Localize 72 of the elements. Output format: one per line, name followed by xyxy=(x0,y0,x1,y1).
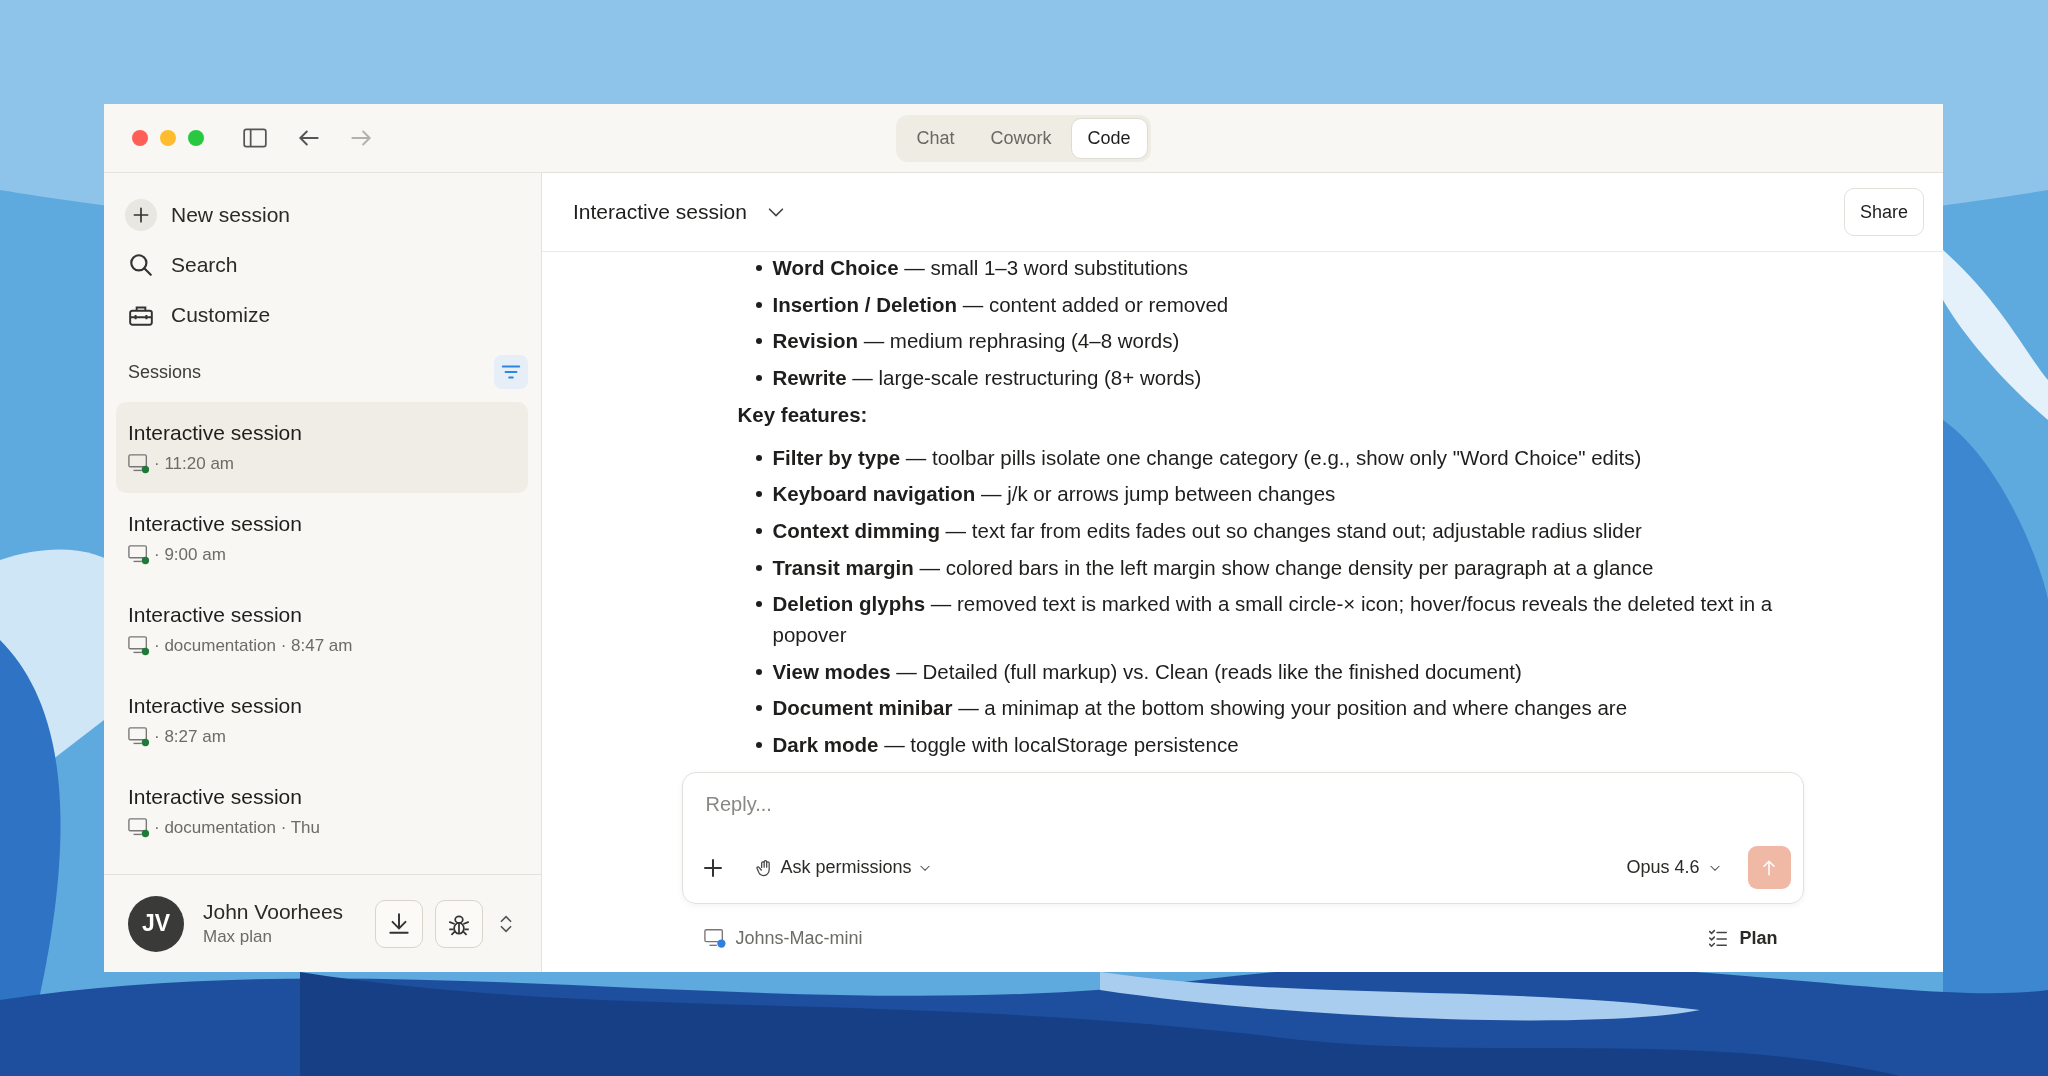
session-item[interactable]: Interactive session · 8:27 am xyxy=(116,675,528,766)
session-title: Interactive session xyxy=(128,693,303,718)
monitor-icon xyxy=(128,816,150,839)
zoom-button[interactable] xyxy=(188,130,204,146)
monitor-icon xyxy=(128,725,150,748)
list-item-text: View modes — Detailed (full markup) vs. Clean (reads like the finished document) xyxy=(772,658,1522,685)
user-plan: Max plan xyxy=(203,927,273,947)
list-item-text: Word Choice — small 1–3 word substitutions xyxy=(772,255,1188,281)
plus-icon xyxy=(131,205,151,225)
close-button[interactable] xyxy=(132,130,148,146)
bullet-point xyxy=(755,668,762,675)
plan-button[interactable]: Plan xyxy=(1707,927,1778,949)
download-button[interactable] xyxy=(375,899,423,948)
mode-tab[interactable]: Cowork xyxy=(973,117,1069,159)
list-item-text: Context dimming — text far from edits fades out so changes stand out; adjustable radius slider xyxy=(772,517,1642,544)
session-meta: · documentation · 8:47 am xyxy=(154,635,353,656)
bullet-point xyxy=(755,527,762,534)
session-title: Interactive session xyxy=(128,602,303,627)
list-item-text: Keyboard navigation — j/k or arrows jump between changes xyxy=(772,481,1336,508)
filter-button[interactable] xyxy=(494,355,528,389)
list-item-text: Rewrite — large-scale restructuring (8+ words) xyxy=(772,364,1202,391)
bullet-point xyxy=(755,265,762,271)
model-selector[interactable]: Opus 4.6 xyxy=(1622,853,1726,882)
user-name: John Voorhees xyxy=(203,900,345,924)
mode-tab[interactable]: Chat xyxy=(899,117,972,159)
list-item-text: Transit margin — colored bars in the left margin show change density per paragraph at a glance xyxy=(772,554,1654,581)
bug-button[interactable] xyxy=(435,899,483,948)
list-item-text: Document minibar — a minimap at the bottom showing your position and where changes are xyxy=(772,695,1628,722)
machine-selector[interactable]: Johns-Mac-mini xyxy=(703,927,863,949)
session-title: Interactive session xyxy=(573,200,747,224)
section-heading: Key features: xyxy=(737,401,869,428)
monitor-icon xyxy=(128,452,150,475)
session-item[interactable]: Interactive session · 9:00 am xyxy=(116,493,528,584)
search-icon xyxy=(128,252,154,278)
monitor-icon xyxy=(128,634,150,657)
session-meta: · documentation · Thu xyxy=(154,817,320,838)
bullet-point xyxy=(755,601,762,608)
session-meta: · 9:00 am xyxy=(154,544,226,565)
sidebar-item[interactable]: Customize xyxy=(125,290,529,340)
session-item[interactable]: Interactive session · 11:20 am xyxy=(116,402,528,493)
bullet-point xyxy=(755,491,762,498)
share-button[interactable]: Share xyxy=(1843,188,1924,236)
list-item-text: Insertion / Deletion — content added or removed xyxy=(772,291,1229,318)
bullet-point xyxy=(755,705,762,712)
bullet-point xyxy=(755,374,762,381)
session-meta: · 8:27 am xyxy=(154,726,226,747)
session-title: Interactive session xyxy=(128,511,303,536)
sidebar-item[interactable]: Search xyxy=(125,240,529,290)
permissions-dropdown[interactable]: Ask permissions xyxy=(750,853,936,882)
session-item[interactable]: Interactive session · documentation · 8:47 am xyxy=(116,584,528,675)
sidebar-item[interactable]: New session xyxy=(125,190,529,240)
monitor-icon xyxy=(703,927,726,949)
session-item[interactable]: Interactive session · documentation · Thu xyxy=(116,766,528,857)
list-item-text: Filter by type — toolbar pills isolate one change category (e.g., show only "Word Choice" edits) xyxy=(772,444,1642,471)
bullet-point xyxy=(755,454,762,461)
monitor-icon xyxy=(128,543,150,566)
bullet-point xyxy=(755,564,762,571)
session-title: Interactive session xyxy=(128,784,303,809)
bullet-point xyxy=(755,338,762,345)
list-item-text: Deletion glyphs — removed text is marked with a small circle-× icon; hover/focus reveals the deleted text in a popover xyxy=(772,591,1774,649)
list-item-text: Revision — medium rephrasing (4–8 words) xyxy=(772,328,1180,355)
sidebar-toggle-icon xyxy=(242,125,268,151)
checklist-icon xyxy=(1707,927,1730,949)
mode-tab[interactable]: Code xyxy=(1070,117,1148,159)
download-icon xyxy=(386,910,412,937)
avatar[interactable]: JV xyxy=(128,895,184,952)
bullet-point xyxy=(755,301,762,308)
session-title: Interactive session xyxy=(128,420,303,445)
sessions-label: Sessions xyxy=(128,361,202,383)
session-meta: · 11:20 am xyxy=(154,453,234,474)
list-item-text: Dark mode — toggle with localStorage persistence xyxy=(772,731,1239,758)
bullet-point xyxy=(755,741,762,748)
